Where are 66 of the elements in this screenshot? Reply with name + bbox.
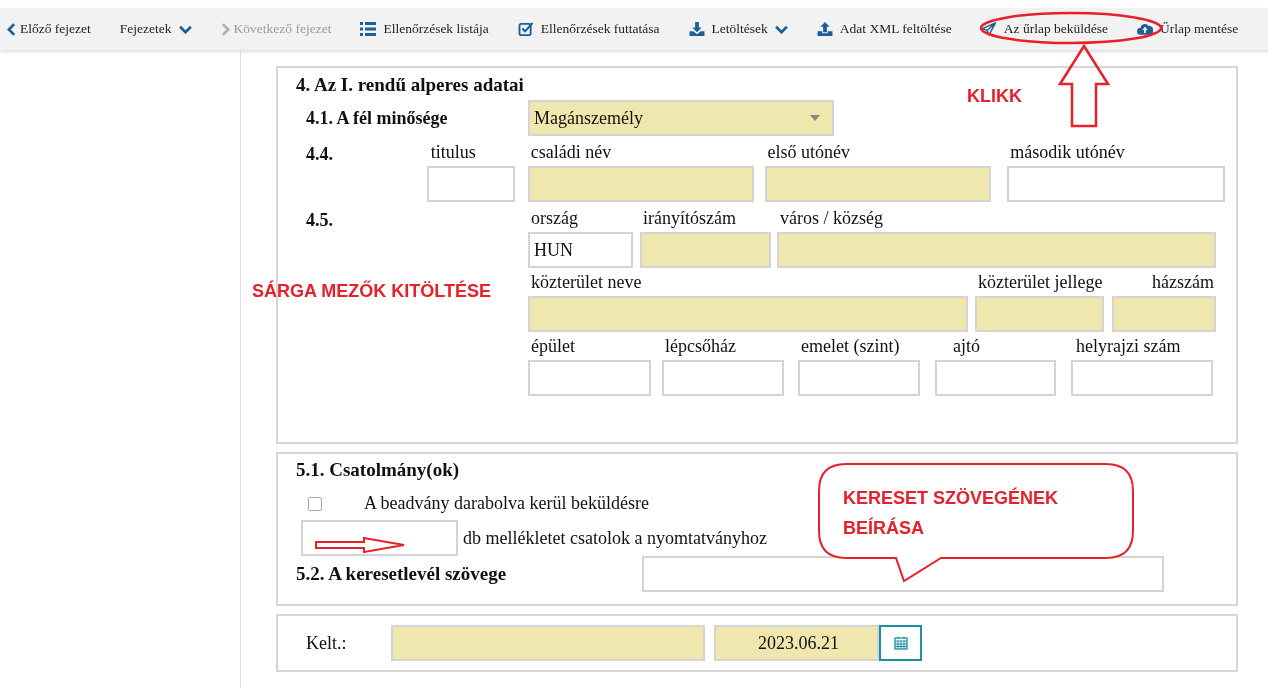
input-field[interactable] <box>301 520 458 556</box>
select-field[interactable]: Magánszemély <box>528 100 834 136</box>
chevron-right-icon <box>220 22 230 36</box>
input-field[interactable] <box>528 360 651 396</box>
input-field[interactable] <box>798 360 920 396</box>
field-label: titulus <box>429 142 477 162</box>
section-title: 4. Az I. rendű alperes adatai <box>296 74 524 96</box>
input-field[interactable] <box>777 232 1216 268</box>
toolbar-button[interactable]: Fejezetek <box>119 21 192 37</box>
toolbar-button[interactable]: Ellenőrzések listája <box>360 21 489 37</box>
caret-icon <box>810 115 820 121</box>
field-label: első utónév <box>766 142 851 162</box>
checkbox-icon <box>517 22 534 36</box>
field-label: ajtó <box>952 336 981 356</box>
field-label: ország <box>530 208 579 228</box>
input-field[interactable] <box>426 166 515 202</box>
chevron-left-icon <box>7 22 16 36</box>
field-label: város / község <box>779 208 884 228</box>
toolbar-button[interactable]: Ellenőrzések futtatása <box>517 21 660 37</box>
field-label: 4.1. A fél minősége <box>305 107 449 129</box>
field-label: házszám <box>1151 272 1215 292</box>
input-field[interactable] <box>528 296 968 332</box>
input-field[interactable] <box>640 232 771 268</box>
field-label: épület <box>530 336 576 356</box>
input-field[interactable] <box>642 556 1164 592</box>
toolbar-button[interactable]: Előző fejezet <box>7 21 91 37</box>
field-label: második utónév <box>1009 142 1126 162</box>
field-label: helyrajzi szám <box>1075 336 1182 356</box>
field-label: családi név <box>529 142 613 162</box>
date-field[interactable]: 2023.06.21 <box>714 625 879 661</box>
field-label: Kelt.: <box>306 632 348 654</box>
section-title: 5.1. Csatolmány(ok) <box>296 459 460 481</box>
input-field[interactable]: HUN <box>528 232 633 268</box>
field-label: irányítószám <box>642 208 737 228</box>
annotation-text: KLIKK <box>967 86 1022 107</box>
input-field[interactable] <box>1112 296 1216 332</box>
calendar-icon <box>893 636 908 650</box>
row-label: 4.4. <box>306 144 333 164</box>
toolbar-button[interactable]: Űrlap mentése <box>1137 21 1239 37</box>
cloud-upload-icon <box>1137 22 1153 36</box>
annotation-text: KERESET SZÖVEGÉNEK BEÍRÁSA <box>843 486 1060 540</box>
input-field[interactable] <box>527 166 754 202</box>
input-field[interactable] <box>1071 360 1213 396</box>
field-label: közterület neve <box>530 272 643 292</box>
field-label: emelet (szint) <box>800 336 901 356</box>
field-label: közterület jellege <box>977 272 1104 292</box>
download-icon <box>688 22 705 36</box>
paper-plane-icon <box>980 22 997 36</box>
input-field[interactable] <box>975 296 1104 332</box>
field-label: lépcsőház <box>664 336 737 356</box>
input-field[interactable] <box>935 360 1056 396</box>
field-label: 5.2. A keresetlevél szövege <box>296 563 508 585</box>
input-field[interactable] <box>1007 166 1225 202</box>
calendar-button[interactable] <box>879 625 922 661</box>
list-icon <box>360 22 377 36</box>
input-field[interactable] <box>764 166 992 202</box>
upload-icon <box>816 22 833 36</box>
toolbar-button[interactable]: Adat XML feltöltése <box>816 21 952 37</box>
input-field[interactable] <box>391 625 705 661</box>
row-label: 4.5. <box>306 210 333 230</box>
toolbar-button[interactable]: Letöltések <box>688 21 788 37</box>
annotation-text: SÁRGA MEZŐK KITÖLTÉSE <box>252 281 491 302</box>
field-label: db mellékletet csatolok a nyomtatványhoz <box>463 527 767 549</box>
checkbox-label: A beadvány darabolva kerül beküldésre <box>364 493 649 514</box>
checkbox[interactable] <box>308 496 322 511</box>
input-field[interactable] <box>662 360 784 396</box>
